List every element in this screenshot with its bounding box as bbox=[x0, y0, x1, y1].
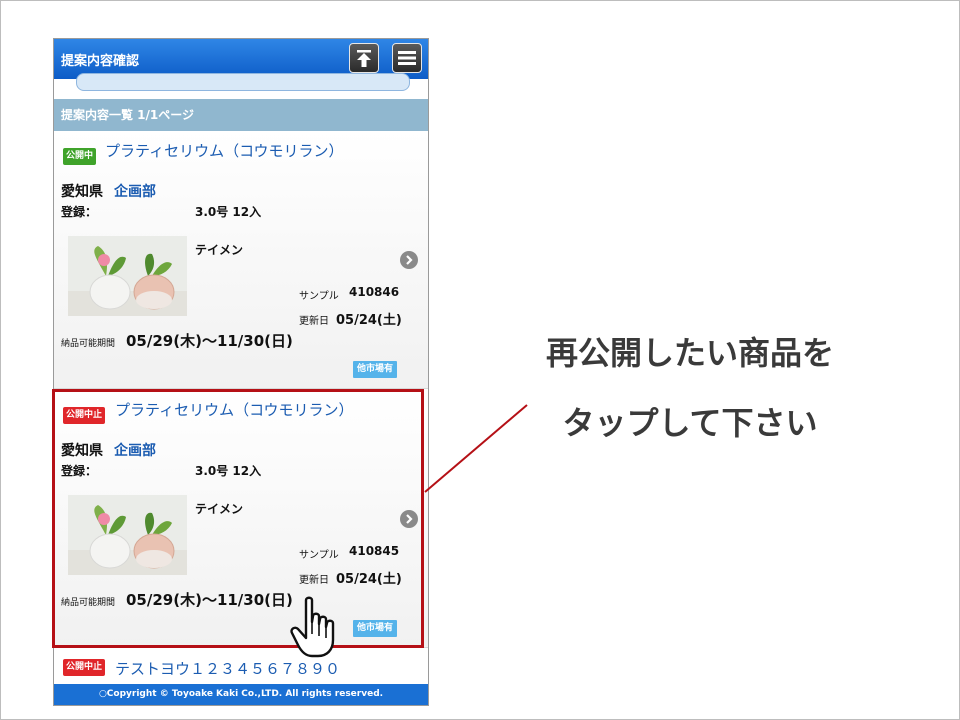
updated-label: 更新日 bbox=[299, 316, 329, 327]
other-market-badge: 他市場有 bbox=[353, 361, 397, 378]
callout-line-2: タップして下さい bbox=[562, 404, 818, 442]
proposal-card[interactable]: 公開中止 テストヨウ１２３４５６７８９０ bbox=[54, 649, 428, 683]
sample-value: 410846 bbox=[349, 285, 400, 299]
product-name[interactable]: テストヨウ１２３４５６７８９０ bbox=[115, 658, 340, 679]
highlight-box bbox=[52, 389, 424, 648]
search-bar[interactable] bbox=[76, 73, 410, 91]
status-badge: 公開中止 bbox=[63, 659, 106, 676]
status-badge: 公開中 bbox=[63, 148, 97, 165]
register-label: 登録： bbox=[61, 205, 98, 219]
product-name[interactable]: プラティセリウム（コウモリラン） bbox=[105, 140, 344, 161]
delivery-period-value: 05/29(木)～11/30(日) bbox=[126, 332, 293, 350]
upload-arrow-icon bbox=[357, 50, 371, 67]
register-value: 3.0号 12入 bbox=[195, 205, 262, 219]
updated-value: 05/24(土) bbox=[336, 313, 402, 328]
variety: テイメン bbox=[195, 243, 244, 257]
tap-hand-icon bbox=[290, 596, 335, 658]
sample-label: サンプル bbox=[299, 291, 339, 302]
department: 企画部 bbox=[114, 184, 156, 200]
page-title: 提案内容確認 bbox=[61, 54, 140, 69]
menu-button[interactable] bbox=[392, 43, 422, 73]
proposal-card[interactable]: 公開中 プラティセリウム（コウモリラン） 愛知県 企画部 登録： 3.0号 12… bbox=[54, 131, 428, 389]
scroll-top-button[interactable] bbox=[349, 43, 379, 73]
chevron-right-icon[interactable] bbox=[400, 251, 418, 269]
delivery-period-label: 納品可能期間 bbox=[61, 339, 116, 349]
search-area bbox=[54, 73, 428, 99]
prefecture: 愛知県 bbox=[61, 184, 103, 200]
product-photo bbox=[68, 236, 187, 316]
callout-line-1: 再公開したい商品を bbox=[545, 334, 834, 372]
footer-copyright: ○Copyright © Toyoake Kaki Co.,LTD. All r… bbox=[54, 684, 428, 705]
instruction-callout: 再公開したい商品を タップして下さい bbox=[470, 318, 910, 458]
list-heading: 提案内容一覧 1/1ページ bbox=[54, 99, 428, 131]
plant-photo-image bbox=[68, 236, 187, 316]
hamburger-menu-icon bbox=[398, 51, 416, 65]
